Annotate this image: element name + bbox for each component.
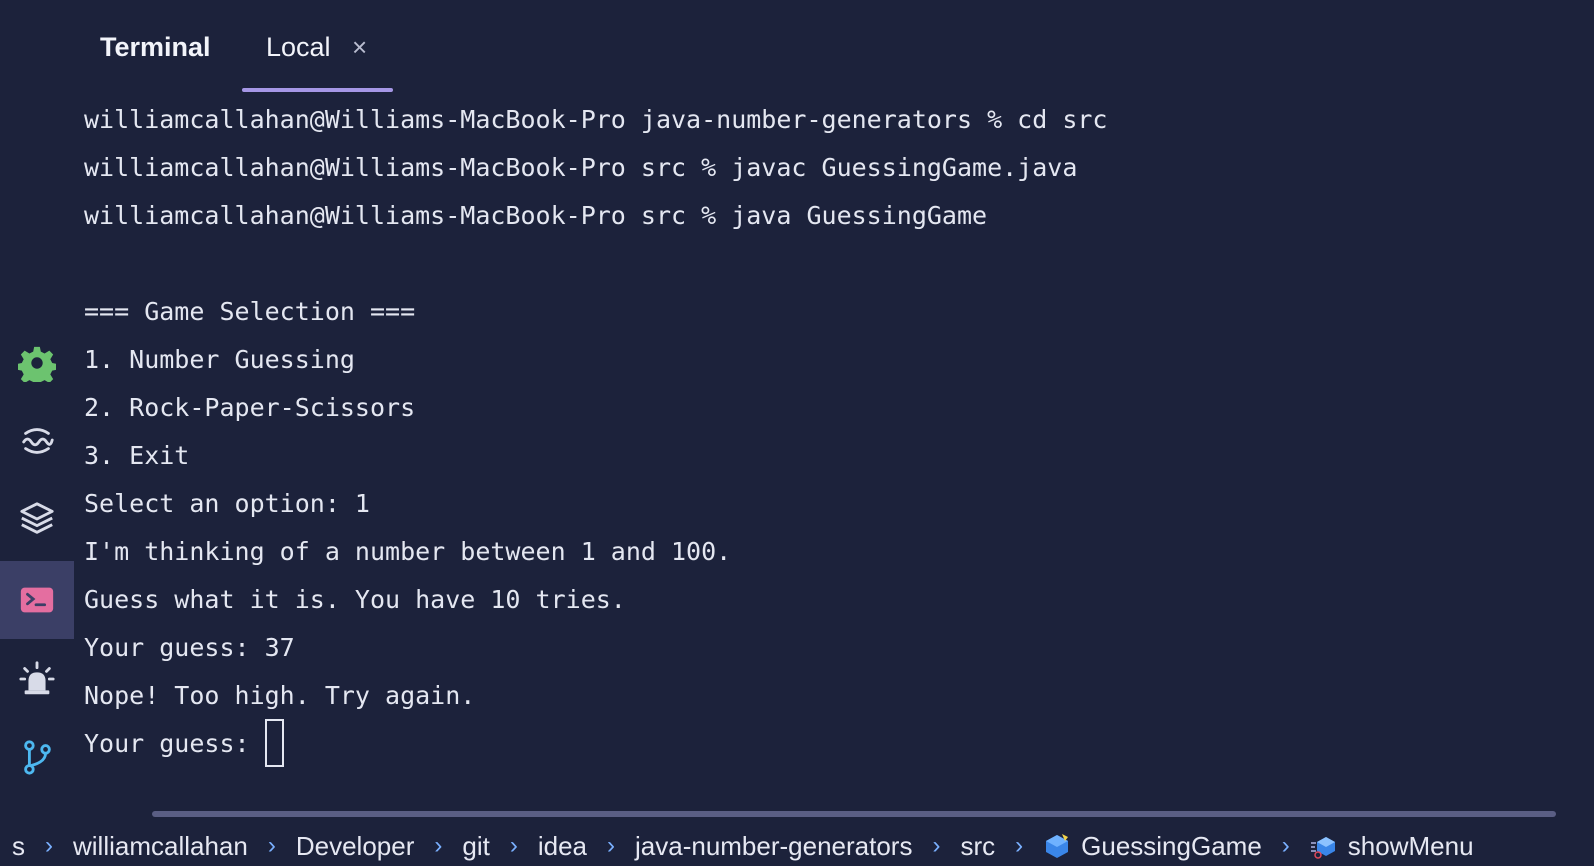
alarm-icon <box>19 661 55 695</box>
wave-icon <box>22 428 54 454</box>
layers-tool-button[interactable] <box>0 480 74 558</box>
terminal-line: Your guess: 37 <box>84 633 295 662</box>
terminal-cursor[interactable] <box>264 719 284 767</box>
git-branch-icon <box>24 740 51 775</box>
breadcrumb-item[interactable]: idea <box>538 831 587 862</box>
breadcrumb-item[interactable]: java-number-generators <box>635 831 912 862</box>
chevron-right-icon: › <box>932 832 941 859</box>
active-tab-indicator <box>242 88 393 92</box>
chevron-right-icon: › <box>1281 832 1290 859</box>
terminal-tool-button[interactable] <box>0 561 74 639</box>
terminal-prompt-line[interactable]: Your guess: <box>84 719 1574 768</box>
tool-strip <box>0 0 74 800</box>
terminal-output[interactable]: williamcallahan@Williams-MacBook-Pro jav… <box>84 96 1574 768</box>
terminal-line: 3. Exit <box>84 441 190 470</box>
terminal-line: === Game Selection === <box>84 297 416 326</box>
chevron-right-icon: › <box>267 832 276 859</box>
terminal-tab-bar: Terminal Local × <box>74 0 1594 92</box>
method-icon <box>1310 837 1335 859</box>
chevron-right-icon: › <box>434 832 443 859</box>
terminal-line: Nope! Too high. Try again. <box>84 681 476 710</box>
terminal-line: 2. Rock-Paper-Scissors <box>84 393 416 422</box>
tab-local-label: Local <box>266 32 331 62</box>
breadcrumb-item[interactable]: Developer <box>296 831 415 862</box>
close-tab-icon[interactable]: × <box>352 34 367 60</box>
terminal-line: williamcallahan@Williams-MacBook-Pro src… <box>84 201 988 230</box>
chevron-right-icon: › <box>509 832 518 859</box>
breadcrumb-class-item[interactable]: GuessingGame <box>1043 831 1262 862</box>
breadcrumb-item[interactable]: williamcallahan <box>73 831 248 862</box>
wave-tool-button[interactable] <box>0 402 74 480</box>
class-icon <box>1046 834 1069 858</box>
breadcrumb: s › williamcallahan › Developer › git › … <box>0 826 1594 866</box>
git-tool-button[interactable] <box>0 718 74 796</box>
chevron-right-icon: › <box>1015 832 1024 859</box>
terminal-line: Select an option: 1 <box>84 489 370 518</box>
breadcrumb-item[interactable]: git <box>462 831 489 862</box>
terminal-line: 1. Number Guessing <box>84 345 355 374</box>
terminal-line: I'm thinking of a number between 1 and 1… <box>84 537 732 566</box>
settings-tool-button[interactable] <box>0 324 74 402</box>
horizontal-scrollbar[interactable] <box>152 811 1556 817</box>
terminal-line: williamcallahan@Williams-MacBook-Pro src… <box>84 153 1078 182</box>
layers-icon <box>20 502 54 534</box>
chevron-right-icon: › <box>45 832 53 859</box>
breadcrumb-item[interactable]: src <box>960 831 995 862</box>
terminal-panel-title: Terminal <box>100 32 211 62</box>
breadcrumb-item[interactable]: s <box>12 831 25 862</box>
tab-local[interactable]: Local × <box>242 28 393 92</box>
chevron-right-icon: › <box>607 832 615 859</box>
gear-icon <box>18 346 56 382</box>
terminal-prompt-text: Your guess: <box>84 729 265 758</box>
notifications-tool-button[interactable] <box>0 640 74 718</box>
terminal-line: Guess what it is. You have 10 tries. <box>84 585 626 614</box>
terminal-icon <box>20 587 54 613</box>
breadcrumb-class-label: GuessingGame <box>1081 830 1262 861</box>
breadcrumb-method-item[interactable]: showMenu <box>1310 831 1474 862</box>
terminal-line: williamcallahan@Williams-MacBook-Pro jav… <box>84 105 1108 134</box>
breadcrumb-method-label: showMenu <box>1347 830 1474 861</box>
